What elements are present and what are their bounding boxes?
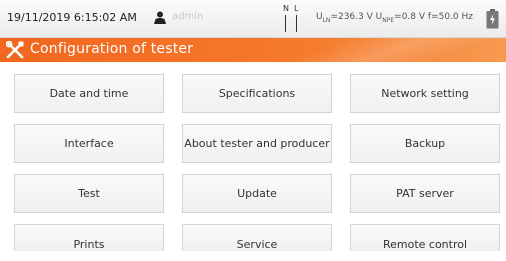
remote-control-button[interactable]: Remote control	[350, 224, 500, 251]
date-and-time-button[interactable]: Date and time	[14, 74, 164, 113]
backup-button[interactable]: Backup	[350, 124, 500, 163]
n-label: N	[283, 4, 289, 13]
nl-indicator: N L	[282, 4, 302, 34]
user-name: admin	[172, 11, 204, 22]
voltage-uln: 236.3 V	[337, 12, 373, 22]
interface-button[interactable]: Interface	[14, 124, 164, 163]
test-button[interactable]: Test	[14, 174, 164, 213]
prints-button[interactable]: Prints	[14, 224, 164, 251]
update-button[interactable]: Update	[182, 174, 332, 213]
service-button[interactable]: Service	[182, 224, 332, 251]
tools-icon	[6, 41, 24, 59]
l-label: L	[294, 4, 299, 13]
network-setting-button[interactable]: Network setting	[350, 74, 500, 113]
voltage-upe: 0.8 V	[401, 12, 426, 22]
about-tester-button[interactable]: About tester and producer	[182, 124, 332, 163]
page-title: Configuration of tester	[30, 41, 194, 57]
datetime: 19/11/2019 6:15:02 AM	[7, 11, 137, 24]
l-line	[296, 15, 297, 32]
voltage-readout: ULN=236.3 V UNPE=0.8 V f=50.0 Hz	[316, 12, 474, 24]
pat-server-button[interactable]: PAT server	[350, 174, 500, 213]
frequency: f=50.0 Hz	[427, 12, 474, 22]
menu-grid: Date and time Specifications Network set…	[14, 74, 500, 261]
n-line	[285, 15, 286, 32]
status-bar: 19/11/2019 6:15:02 AM admin N L ULN=236.…	[0, 0, 506, 38]
specifications-button[interactable]: Specifications	[182, 74, 332, 113]
title-bar: Configuration of tester	[0, 38, 506, 62]
user-icon	[154, 11, 166, 24]
battery-icon	[486, 9, 499, 29]
